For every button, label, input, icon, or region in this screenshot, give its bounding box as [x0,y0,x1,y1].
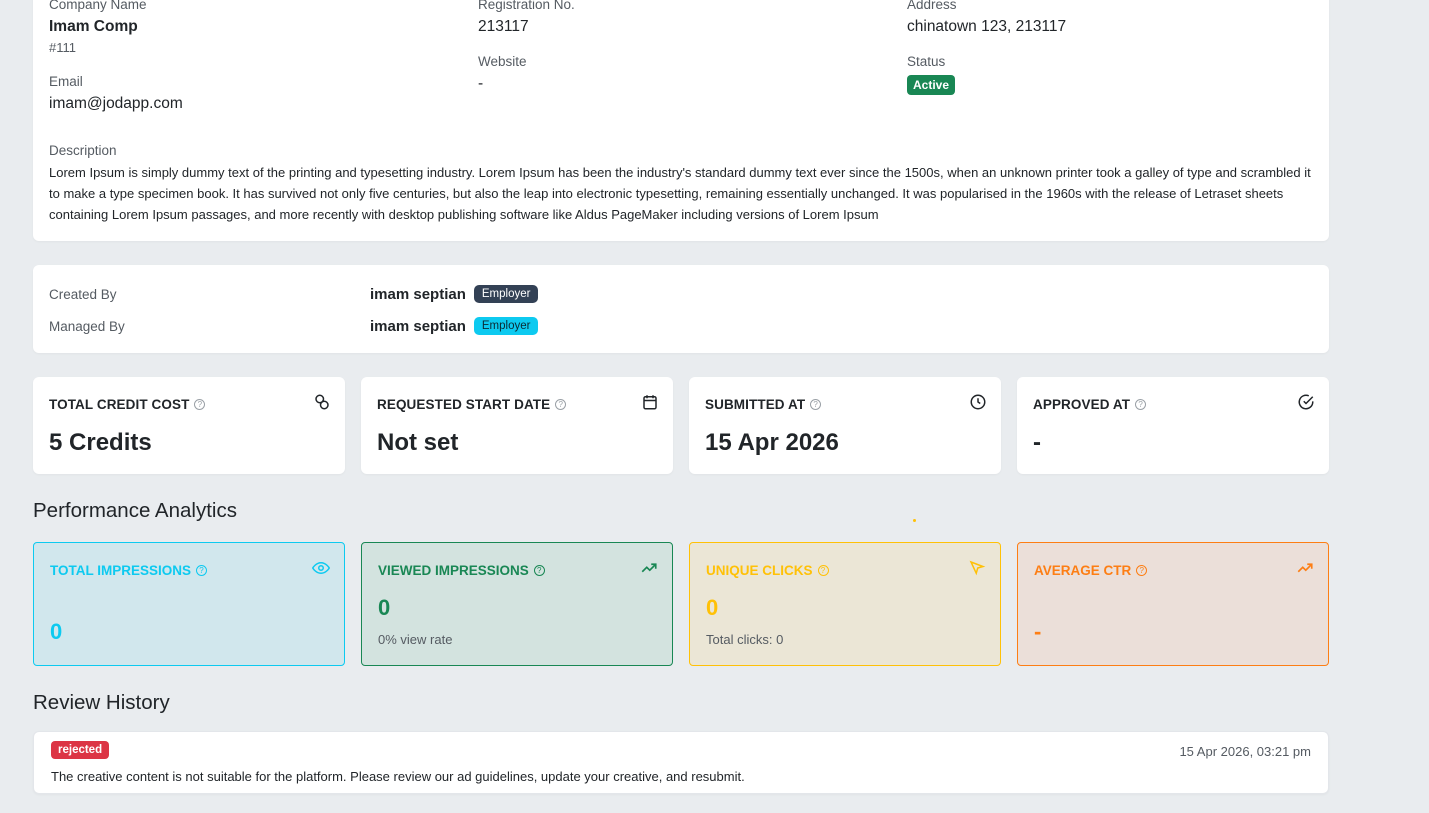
an-title-text: UNIQUE CLICKS [706,563,813,578]
unique-clicks-value: 0 [706,595,719,620]
stat-submitted-at: SUBMITTED AT? 15 Apr 2026 [689,377,1001,474]
total-impressions-title: TOTAL IMPRESSIONS? [50,563,208,578]
stat-value: 5 Credits [49,429,152,456]
trending-up-icon [1297,563,1313,573]
description-label: Description [49,143,117,158]
company-info-card: Company Name Imam Comp #111 Email imam@j… [33,0,1329,241]
total-impressions-card: TOTAL IMPRESSIONS? 0 [33,542,345,666]
viewed-impressions-value: 0 [378,595,391,620]
managed-by-role-badge: Employer [473,317,539,335]
help-icon[interactable]: ? [194,399,206,410]
average-ctr-value: - [1034,619,1042,644]
address-value: chinatown 123, 213117 [907,18,1067,35]
stat-title: APPROVED AT? [1033,397,1147,412]
decorative-dot [913,519,916,522]
help-icon[interactable]: ? [533,565,545,576]
review-status-badge: rejected [51,741,110,759]
description-text: Lorem Ipsum is simply dummy text of the … [49,165,1311,222]
help-icon[interactable]: ? [196,565,208,576]
company-email: imam@jodapp.com [49,95,183,112]
help-icon[interactable]: ? [817,565,829,576]
stat-title-text: REQUESTED START DATE [377,397,551,412]
stat-title: REQUESTED START DATE? [377,397,567,412]
cursor-icon [969,560,986,576]
performance-analytics-heading: Performance Analytics [33,499,237,522]
registration-label: Registration No. [478,0,575,12]
status-badge: Active [907,75,956,95]
stat-approved-at: APPROVED AT? - [1017,377,1329,474]
status-label: Status [907,54,946,69]
stat-title-text: APPROVED AT [1033,397,1131,412]
unique-clicks-title: UNIQUE CLICKS? [706,563,829,578]
created-by-role-badge: Employer [473,285,539,303]
managed-by-row: Managed By imam septian Employer [49,315,539,337]
calendar-icon [643,395,657,410]
stat-requested-start-date: REQUESTED START DATE? Not set [361,377,673,474]
trending-up-icon [641,563,657,573]
coins-icon [315,394,329,410]
viewed-impressions-title: VIEWED IMPRESSIONS? [378,563,545,578]
help-icon[interactable]: ? [1135,399,1147,410]
website-label: Website [478,54,527,69]
stat-value: 15 Apr 2026 [705,429,839,456]
company-col-2: Registration No. 213117 Website - [478,0,575,94]
ownership-card: Created By imam septian Employer Managed… [33,265,1329,353]
stat-title: SUBMITTED AT? [705,397,822,412]
average-ctr-card: AVERAGE CTR? - [1017,542,1329,666]
created-by-name: imam septian [370,285,466,303]
company-col-3: Address chinatown 123, 213117 Status Act… [907,0,1066,95]
an-title-text: TOTAL IMPRESSIONS [50,563,192,578]
company-id: #111 [49,40,76,55]
stat-value: - [1033,429,1041,456]
help-icon[interactable]: ? [1136,565,1148,576]
stat-title-text: TOTAL CREDIT COST [49,397,190,412]
review-entry: rejected 15 Apr 2026, 03:21 pm The creat… [33,731,1329,794]
website-value: - [478,75,484,92]
unique-clicks-card: UNIQUE CLICKS? 0 Total clicks: 0 [689,542,1001,666]
company-name: Imam Comp [49,18,138,35]
stat-title-text: SUBMITTED AT [705,397,806,412]
total-clicks-text: Total clicks: 0 [706,632,784,647]
an-title-text: AVERAGE CTR [1034,563,1132,578]
view-rate-text: 0% view rate [378,632,453,647]
check-circle-icon [1298,394,1314,410]
company-col-1: Company Name Imam Comp #111 Email imam@j… [49,0,183,114]
total-impressions-value: 0 [50,619,63,644]
average-ctr-title: AVERAGE CTR? [1034,563,1148,578]
help-icon[interactable]: ? [810,399,822,410]
an-title-text: VIEWED IMPRESSIONS [378,563,529,578]
created-by-label: Created By [49,286,117,302]
stat-title: TOTAL CREDIT COST? [49,397,206,412]
company-name-label: Company Name [49,0,147,12]
review-message: The creative content is not suitable for… [51,769,745,784]
review-date: 15 Apr 2026, 03:21 pm [1179,744,1311,759]
email-label: Email [49,74,83,89]
help-icon[interactable]: ? [555,399,567,410]
stat-total-credit-cost: TOTAL CREDIT COST? 5 Credits [33,377,345,474]
eye-icon [312,561,330,575]
managed-by-name: imam septian [370,317,466,335]
clock-icon [970,394,986,410]
created-by-row: Created By imam septian Employer [49,283,539,305]
viewed-impressions-card: VIEWED IMPRESSIONS? 0 0% view rate [361,542,673,666]
address-label: Address [907,0,957,12]
registration-number: 213117 [478,18,529,35]
stat-value: Not set [377,429,459,456]
managed-by-label: Managed By [49,318,125,334]
review-history-heading: Review History [33,691,170,714]
description-block: Description Lorem Ipsum is simply dummy … [49,142,1313,225]
